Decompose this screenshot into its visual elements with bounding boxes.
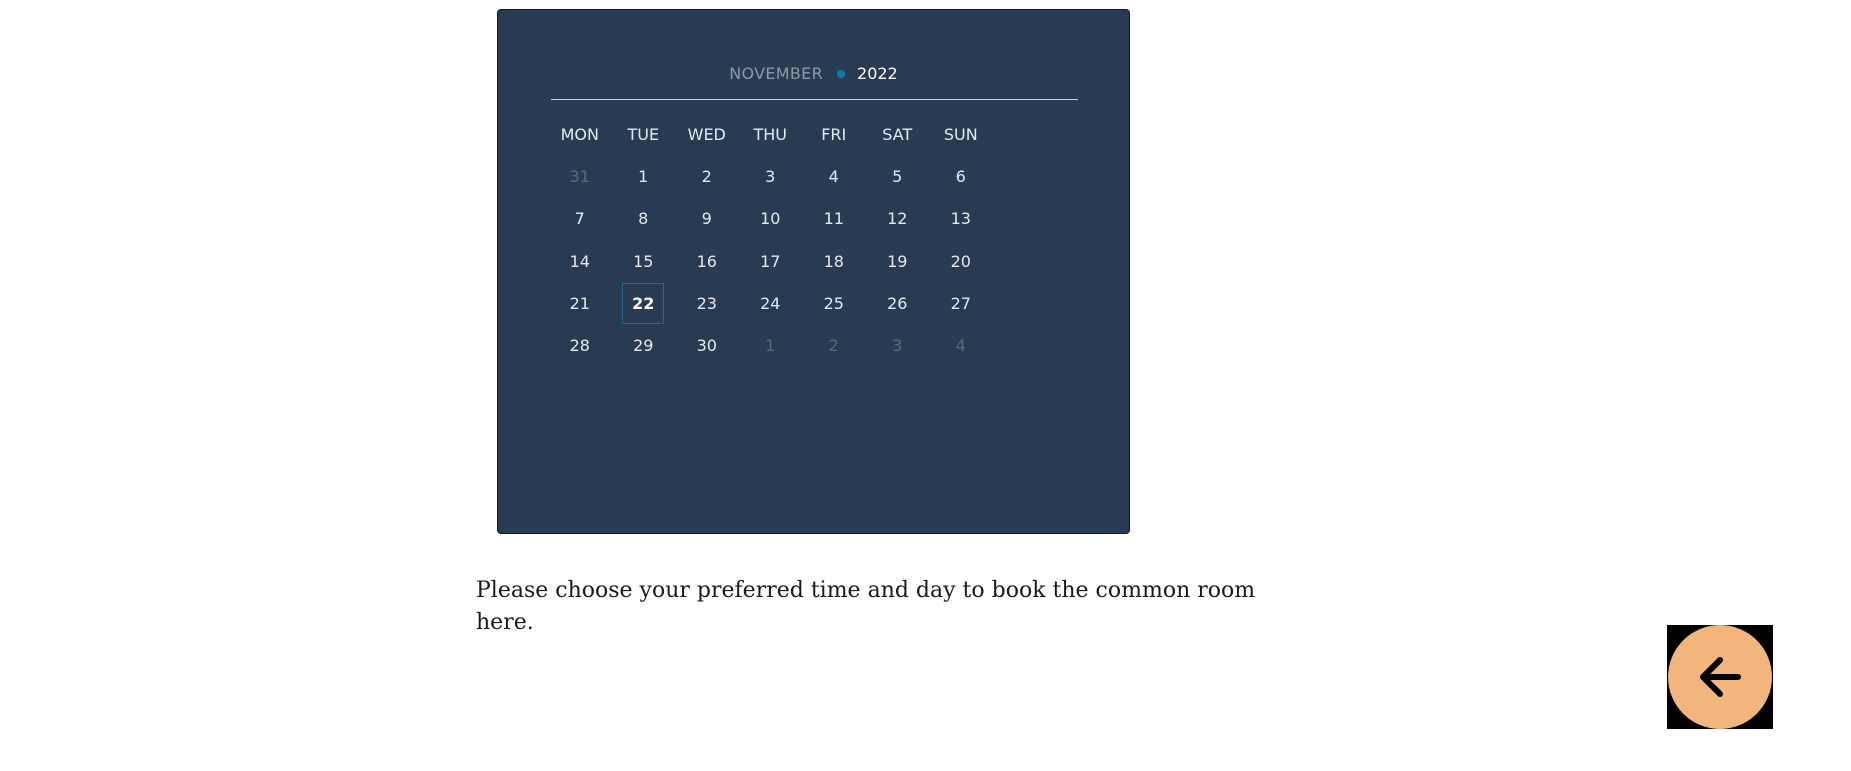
calendar-day[interactable]: 27 xyxy=(929,282,993,324)
calendar-day[interactable]: 6 xyxy=(929,155,993,197)
calendar-day[interactable]: 9 xyxy=(675,198,739,240)
calendar-day[interactable]: 26 xyxy=(866,282,930,324)
today-marker[interactable]: 22 xyxy=(622,282,665,324)
calendar-day[interactable]: 19 xyxy=(866,240,930,282)
weekday-wed: WED xyxy=(687,124,726,144)
calendar-day[interactable]: 2 xyxy=(675,155,739,197)
year-label[interactable]: 2022 xyxy=(857,64,898,83)
calendar-day[interactable]: 17 xyxy=(739,240,803,282)
month-label[interactable]: NOVEMBER xyxy=(729,64,823,83)
arrow-left-icon xyxy=(1700,657,1741,697)
calendar-day[interactable]: 3 xyxy=(739,155,803,197)
calendar-day[interactable]: 25 xyxy=(802,282,866,324)
back-button[interactable] xyxy=(1667,625,1773,729)
calendar-day[interactable]: 11 xyxy=(802,198,866,240)
calendar-day-today[interactable]: 22 xyxy=(612,282,676,324)
calendar-grid: MON TUE WED THU FRI SAT SUN 31 1 2 3 4 5 6 7 8 9 10 11 12 13… xyxy=(548,113,993,367)
calendar-day[interactable]: 1 xyxy=(612,155,676,197)
booking-instructions: Please choose your preferred time and da… xyxy=(476,578,1256,635)
calendar-day[interactable]: 30 xyxy=(675,324,739,366)
calendar-day[interactable]: 5 xyxy=(866,155,930,197)
calendar-day-outside-month[interactable]: 2 xyxy=(802,324,866,366)
weekday-sun: SUN xyxy=(943,124,978,144)
weekday-mon: MON xyxy=(560,124,599,144)
calendar-day[interactable]: 10 xyxy=(739,198,803,240)
weekday-tue: TUE xyxy=(627,124,660,144)
separator-dot xyxy=(837,69,846,78)
calendar-day[interactable]: 23 xyxy=(675,282,739,324)
weekday-sat: SAT xyxy=(882,124,913,144)
weekday-fri: FRI xyxy=(821,124,847,144)
calendar-day[interactable]: 16 xyxy=(675,240,739,282)
calendar-day[interactable]: 24 xyxy=(739,282,803,324)
calendar-day[interactable]: 4 xyxy=(802,155,866,197)
calendar-day[interactable]: 12 xyxy=(866,198,930,240)
calendar-day[interactable]: 13 xyxy=(929,198,993,240)
calendar-day[interactable]: 15 xyxy=(612,240,676,282)
weekday-thu: THU xyxy=(753,124,787,144)
calendar-day[interactable]: 8 xyxy=(612,198,676,240)
calendar-day[interactable]: 28 xyxy=(548,324,612,366)
back-button-circle[interactable] xyxy=(1668,625,1772,729)
calendar-divider xyxy=(551,99,1078,100)
calendar-day-outside-month[interactable]: 4 xyxy=(929,324,993,366)
calendar-day[interactable]: 21 xyxy=(548,282,612,324)
calendar-day-outside-month[interactable]: 31 xyxy=(548,155,612,197)
calendar-day-outside-month[interactable]: 3 xyxy=(866,324,930,366)
calendar-day[interactable]: 29 xyxy=(612,324,676,366)
calendar-header: NOVEMBER 2022 xyxy=(498,64,1129,83)
calendar-day[interactable]: 7 xyxy=(548,198,612,240)
calendar-day[interactable]: 20 xyxy=(929,240,993,282)
calendar-day[interactable]: 14 xyxy=(548,240,612,282)
calendar-day[interactable]: 18 xyxy=(802,240,866,282)
calendar-day-outside-month[interactable]: 1 xyxy=(739,324,803,366)
